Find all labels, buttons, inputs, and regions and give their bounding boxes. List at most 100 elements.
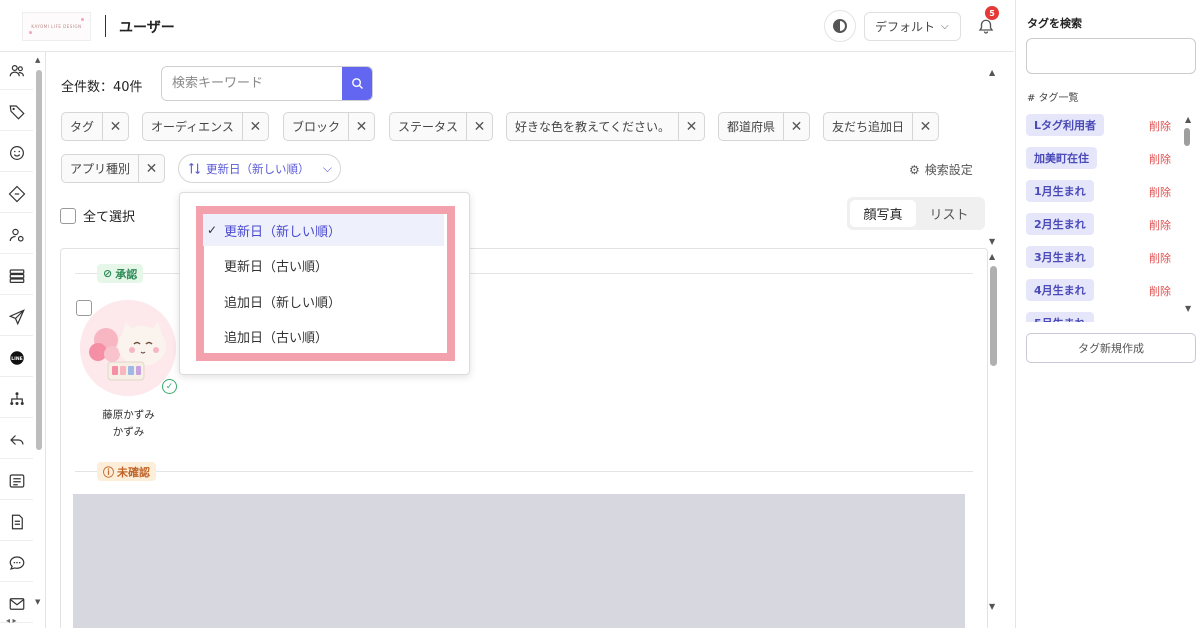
nav-reactions[interactable] (0, 134, 33, 172)
filter-chip-label: アプリ種別 (70, 162, 131, 176)
tag-delete-button[interactable]: 削除 (1149, 151, 1171, 167)
sort-select[interactable]: 更新日（新しい順） ⌵ (178, 154, 341, 183)
ticket-icon (8, 185, 25, 202)
search-box (161, 66, 373, 101)
filter-chip[interactable]: 好きな色を教えてください。 ✕ (506, 112, 706, 141)
sort-option[interactable]: 更新日（古い順） (203, 249, 444, 281)
tag-list-item: 加美町在住 削除 (1026, 147, 1186, 171)
tag-pill[interactable]: 2月生まれ (1026, 213, 1094, 235)
sort-option[interactable]: ✓ 更新日（新しい順） (203, 214, 444, 246)
filter-chip[interactable]: ステータス ✕ (389, 112, 494, 141)
avatar[interactable] (80, 300, 176, 396)
logo-dot (81, 18, 84, 21)
tag-pill[interactable]: 3月生まれ (1026, 246, 1094, 268)
nav-reply[interactable] (0, 421, 33, 459)
list-scroll-down[interactable]: ▼ (989, 602, 995, 611)
status-label: 承認 (115, 267, 138, 281)
tag-list-item-partial: 5月生まれ (1026, 312, 1186, 322)
tag-delete-button[interactable]: 削除 (1149, 118, 1171, 134)
filter-chip[interactable]: アプリ種別 ✕ (61, 154, 166, 183)
user-card-checkbox[interactable] (76, 300, 92, 316)
tag-delete-button[interactable]: 削除 (1149, 250, 1171, 266)
user-nickname: かずみ (112, 426, 145, 438)
nav-add-user[interactable] (0, 216, 33, 254)
database-icon (9, 268, 24, 283)
nav-coupons[interactable] (0, 175, 33, 213)
rail-scrollbar[interactable] (36, 70, 42, 450)
tag-pill[interactable]: Lタグ利用者 (1026, 114, 1105, 136)
search-input[interactable] (162, 67, 342, 100)
chevron-down-icon: ⌵ (941, 21, 949, 32)
tag-icon (9, 104, 25, 120)
filter-chip[interactable]: オーディエンス ✕ (142, 112, 269, 141)
tag-list-item: Lタグ利用者 削除 (1026, 114, 1186, 138)
tag-pill[interactable]: 5月生まれ (1026, 312, 1094, 322)
user-card-name[interactable]: 藤原かずみ かずみ (81, 407, 176, 441)
tag-search-input[interactable] (1026, 38, 1196, 74)
tag-scroll-down[interactable]: ▼ (1185, 304, 1191, 313)
display-mode-select[interactable]: デフォルト ⌵ (864, 12, 961, 41)
tag-pill[interactable]: 1月生まれ (1026, 180, 1094, 202)
nav-tags[interactable] (0, 93, 33, 131)
sort-option[interactable]: 追加日（新しい順） (203, 285, 444, 317)
total-count: 全件数：40件 (61, 80, 143, 95)
filter-chip[interactable]: ブロック ✕ (283, 112, 376, 141)
tag-delete-button[interactable]: 削除 (1149, 184, 1171, 200)
filter-chip[interactable]: 友だち追加日 ✕ (823, 112, 940, 141)
tab-list[interactable]: リスト (916, 200, 982, 227)
close-icon[interactable]: ✕ (241, 113, 268, 140)
status-badge-approved: ⊘ 承認 (97, 264, 144, 283)
close-icon[interactable]: ✕ (102, 113, 128, 140)
document-icon (11, 514, 23, 529)
search-button[interactable] (342, 67, 372, 100)
nav-chat[interactable] (0, 544, 33, 582)
main-scrollbar-thumb[interactable] (990, 266, 997, 366)
tag-list-item: 4月生まれ 削除 (1026, 279, 1186, 303)
brand-logo[interactable]: KAYOMI LIFE DESIGN (22, 12, 91, 41)
nav-flow[interactable] (0, 380, 33, 418)
theme-toggle-button[interactable] (824, 10, 856, 42)
nav-database[interactable] (0, 257, 33, 295)
list-scroll-up[interactable]: ▲ (989, 252, 995, 261)
filter-chip-label: ステータス (398, 120, 459, 134)
close-icon[interactable]: ✕ (138, 155, 164, 182)
tag-delete-button[interactable]: 削除 (1149, 217, 1171, 233)
filter-chip[interactable]: 都道府県 ✕ (718, 112, 811, 141)
rail-horizontal-scroll[interactable]: ◂ ▸ (0, 612, 46, 628)
tag-search-title: タグを検索 (1027, 17, 1082, 30)
search-settings-link[interactable]: ⚙ 検索設定 (909, 161, 973, 178)
users-icon (9, 64, 24, 76)
close-icon[interactable]: ✕ (912, 113, 938, 140)
main-scroll-up[interactable]: ▲ (989, 68, 995, 77)
sort-option[interactable]: 追加日（古い順） (203, 320, 444, 352)
nav-line[interactable]: LINE (0, 339, 33, 377)
select-all[interactable]: 全て選択 (60, 206, 135, 225)
close-icon[interactable]: ✕ (783, 113, 809, 140)
nav-send[interactable] (0, 298, 33, 336)
nav-list[interactable] (0, 462, 33, 500)
tag-delete-button[interactable]: 削除 (1149, 283, 1171, 299)
close-icon[interactable]: ✕ (466, 113, 492, 140)
tab-photo[interactable]: 顔写真 (850, 200, 916, 227)
top-header: KAYOMI LIFE DESIGN ユーザー デフォルト ⌵ 5 (0, 0, 1014, 52)
close-icon[interactable]: ✕ (678, 113, 704, 140)
tag-scrollbar-thumb[interactable] (1184, 128, 1190, 146)
checkmark-icon: ✓ (207, 223, 218, 237)
smile-icon (9, 145, 24, 160)
main-scroll-down[interactable]: ▼ (989, 237, 995, 246)
tag-pill[interactable]: 加美町在住 (1026, 147, 1097, 169)
sort-option-label: 更新日（古い順） (224, 259, 329, 275)
tag-pill[interactable]: 4月生まれ (1026, 279, 1094, 301)
nav-document[interactable] (0, 503, 33, 541)
nav-users[interactable] (0, 52, 33, 90)
user-settings-icon (9, 228, 24, 242)
sort-option-label: 追加日（古い順） (224, 330, 329, 346)
filter-chip[interactable]: タグ ✕ (61, 112, 130, 141)
filter-chip-label: 友だち追加日 (832, 120, 905, 134)
rail-scroll-down[interactable]: ▼ (35, 598, 40, 606)
new-tag-button[interactable]: タグ新規作成 (1026, 333, 1196, 363)
rail-scroll-up[interactable]: ▲ (35, 56, 40, 64)
select-all-checkbox[interactable] (60, 207, 76, 224)
close-icon[interactable]: ✕ (348, 113, 374, 140)
tag-scroll-up[interactable]: ▲ (1185, 115, 1191, 124)
